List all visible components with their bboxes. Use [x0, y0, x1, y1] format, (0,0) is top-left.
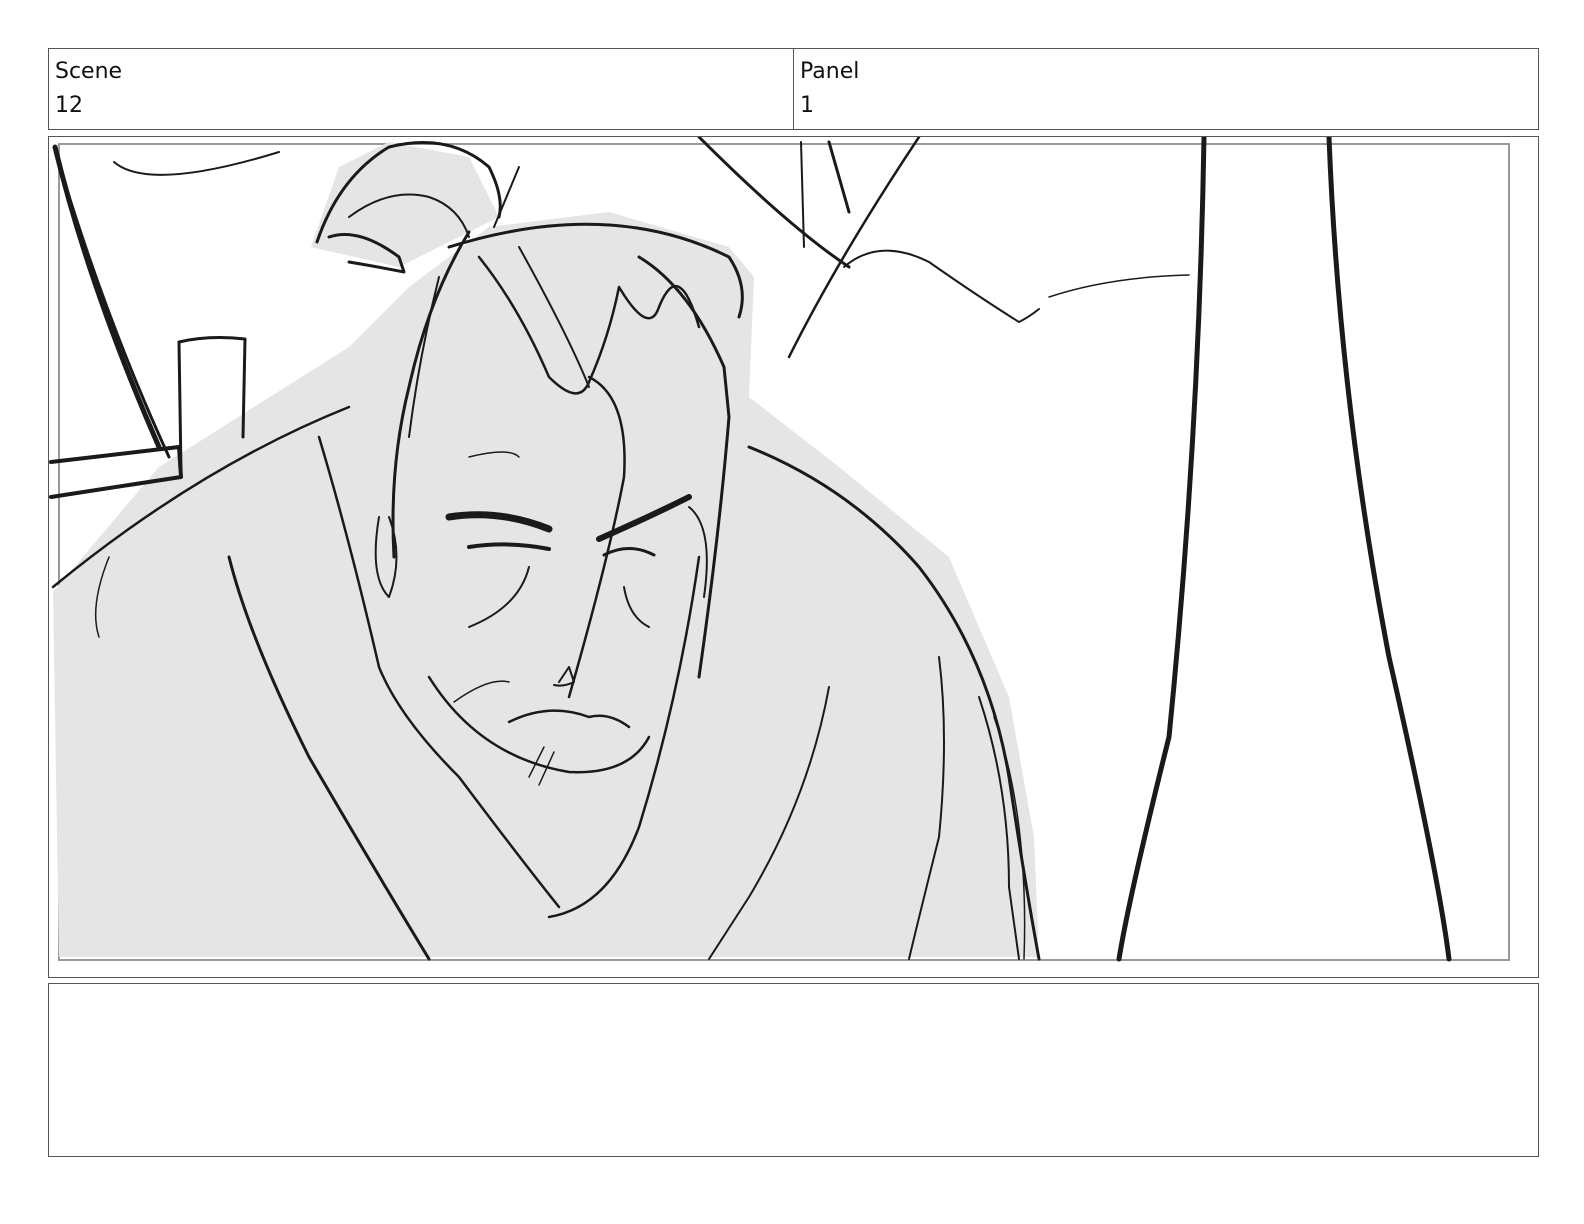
storyboard-header: Scene 12 Panel 1: [48, 48, 1539, 130]
scene-cell: Scene 12: [49, 49, 793, 129]
scene-number[interactable]: 12: [55, 89, 787, 123]
scene-label: Scene: [55, 59, 123, 84]
panel-image-frame: [48, 136, 1539, 978]
panel-label: Panel: [800, 59, 860, 84]
panel-number[interactable]: 1: [800, 89, 1532, 123]
panel-notes-area[interactable]: [48, 983, 1539, 1157]
character-fill: [53, 212, 1039, 957]
storyboard-sketch: [49, 137, 1510, 962]
panel-cell: Panel 1: [793, 49, 1538, 129]
